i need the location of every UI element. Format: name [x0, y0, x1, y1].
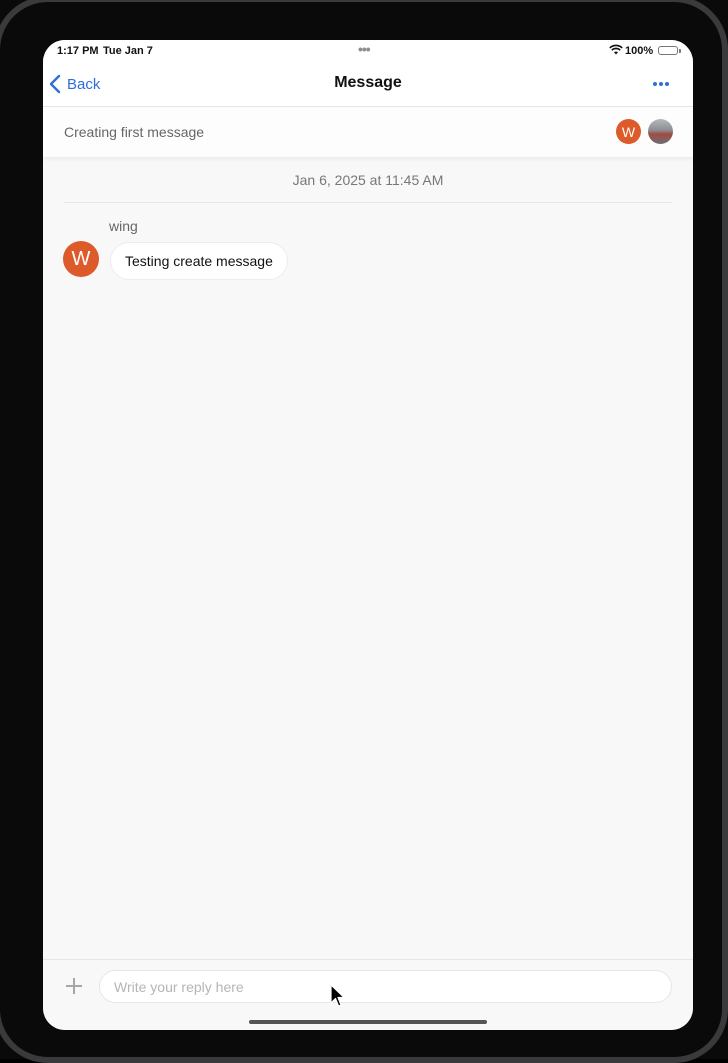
status-time: 1:17 PM: [57, 45, 99, 57]
date-separator: Jan 6, 2025 at 11:45 AM: [292, 172, 444, 188]
app-screen: 1:17 PM Tue Jan 7 ••• 100% Back Message …: [43, 40, 693, 1030]
avatar-initial: W: [71, 247, 91, 270]
sender-name: wing: [109, 218, 138, 234]
participant-avatar[interactable]: W: [616, 119, 641, 144]
battery-icon: [658, 46, 678, 55]
page-title: Message: [334, 74, 402, 91]
device-frame: 1:17 PM Tue Jan 7 ••• 100% Back Message …: [0, 0, 728, 1063]
battery-tip: [679, 49, 681, 53]
message-subject: Creating first message: [64, 124, 205, 140]
status-bar: 1:17 PM Tue Jan 7 ••• 100%: [43, 40, 693, 62]
reply-input[interactable]: [99, 970, 672, 1003]
ellipsis-icon: [653, 82, 657, 86]
status-date: Tue Jan 7: [103, 45, 153, 57]
participant-initial: W: [621, 123, 636, 140]
message-text: Testing create message: [125, 253, 273, 269]
navigation-bar: Back Message: [43, 62, 693, 107]
subject-bar: Creating first message W: [43, 107, 693, 157]
home-indicator[interactable]: [249, 1020, 487, 1024]
more-options-button[interactable]: [649, 74, 673, 94]
add-attachment-button[interactable]: [65, 977, 83, 995]
message-bubble[interactable]: Testing create message: [110, 242, 288, 280]
divider: [64, 202, 672, 203]
mouse-pointer-icon: [330, 984, 345, 1007]
multitasking-dots-icon[interactable]: •••: [358, 41, 371, 57]
battery-percentage: 100%: [625, 45, 654, 57]
wifi-icon: [609, 44, 623, 58]
participant-photo-avatar[interactable]: [648, 119, 673, 144]
sender-avatar[interactable]: W: [63, 241, 99, 277]
